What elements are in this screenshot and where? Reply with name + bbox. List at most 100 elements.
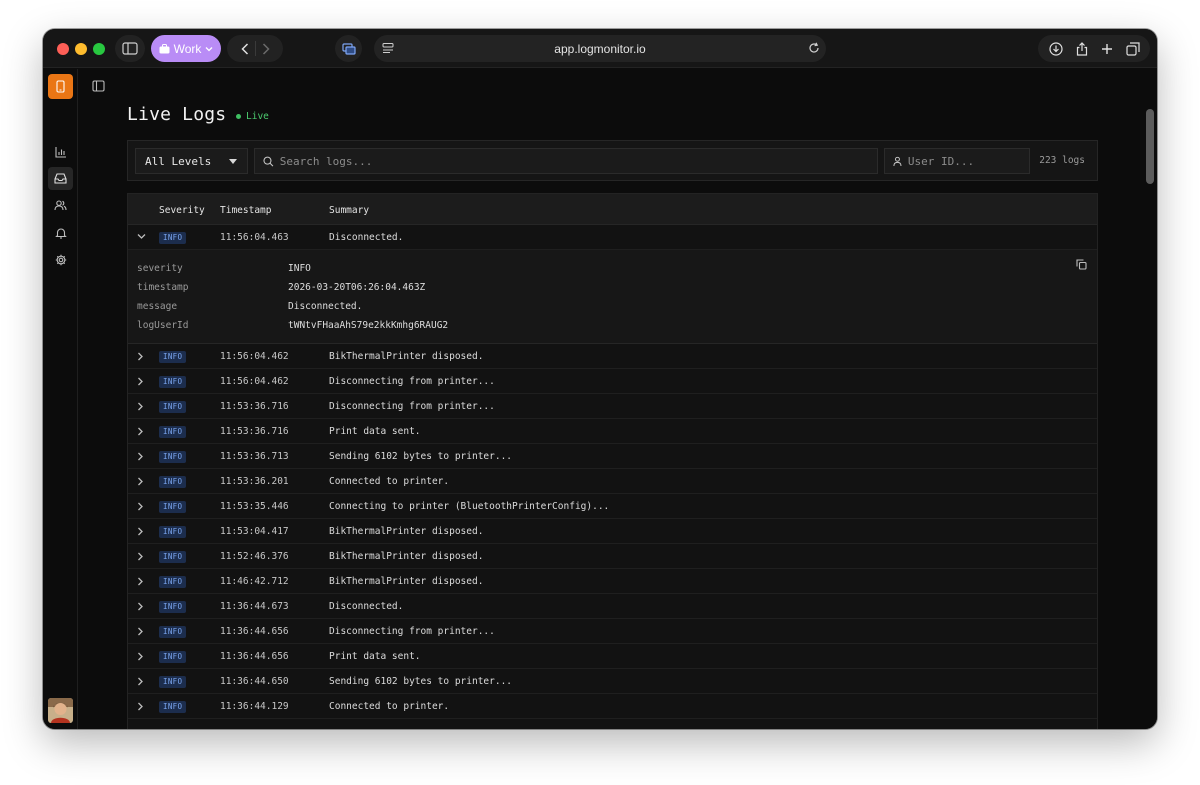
row-summary: Disconnected. (329, 601, 404, 612)
row-timestamp: 11:36:44.656 (220, 651, 289, 662)
row-summary: Sending 6102 bytes to printer... (329, 451, 513, 462)
user-avatar[interactable] (48, 698, 73, 723)
downloads-icon[interactable] (1048, 41, 1063, 56)
chevron-right-icon[interactable] (137, 652, 144, 661)
chevron-right-icon[interactable] (137, 702, 144, 711)
zoom-window-button[interactable] (93, 43, 105, 55)
url-text: app.logmonitor.io (554, 41, 646, 56)
main-content: Live Logs Live All Levels 223 logs Sever… (79, 69, 1157, 729)
live-label: Live (246, 111, 269, 122)
table-row[interactable]: INFO 11:36:44.656 Disconnecting from print… (128, 619, 1097, 644)
chevron-down-icon[interactable] (137, 233, 146, 240)
page-settings-icon[interactable] (382, 42, 394, 54)
severity-badge: INFO (159, 426, 187, 438)
row-summary: Connected to printer. (329, 701, 450, 712)
minimize-window-button[interactable] (75, 43, 87, 55)
log-detail-panel: severity INFO timestamp 2026-03-20T06:26… (128, 250, 1097, 344)
level-select[interactable]: All Levels (135, 148, 248, 174)
severity-badge: INFO (159, 232, 187, 244)
user-id-field[interactable] (884, 148, 1030, 174)
profile-button[interactable]: Work (151, 35, 221, 62)
chevron-right-icon[interactable] (137, 477, 144, 486)
tabs-overview-icon[interactable] (1125, 41, 1140, 56)
table-row[interactable]: INFO 11:53:36.201 Connected to printer. (128, 469, 1097, 494)
column-summary[interactable]: Summary (329, 205, 369, 216)
detail-value: Disconnected. (288, 301, 363, 312)
detail-key: message (137, 301, 178, 312)
table-row[interactable]: INFO 11:53:35.446 Connecting to printer (B… (128, 494, 1097, 519)
table-row[interactable]: INFO 11:46:42.712 BikThermalPrinter dispos… (128, 569, 1097, 594)
app-sidebar (43, 69, 78, 729)
app-logo[interactable] (48, 74, 73, 99)
forward-icon[interactable] (262, 42, 270, 55)
chevron-right-icon[interactable] (137, 377, 144, 386)
panel-toggle-icon[interactable] (92, 80, 105, 92)
navigation-buttons (227, 35, 283, 62)
column-severity[interactable]: Severity (159, 205, 205, 216)
sidebar-item-users[interactable] (48, 194, 73, 217)
severity-badge: INFO (159, 676, 187, 688)
table-row[interactable]: INFO 11:53:36.716 Disconnecting from print… (128, 394, 1097, 419)
table-row[interactable]: INFO 11:53:04.417 BikThermalPrinter dispos… (128, 519, 1097, 544)
severity-badge: INFO (159, 526, 187, 538)
phone-icon (56, 80, 65, 93)
reload-icon[interactable] (808, 42, 820, 54)
row-summary: Disconnecting from printer... (329, 626, 495, 637)
table-row-expanded[interactable]: INFO 11:56:04.463 Disconnected. (128, 225, 1097, 250)
tab-group-icon (341, 42, 356, 55)
tab-overview-button[interactable] (335, 35, 362, 62)
row-summary: Connecting to printer (BluetoothPrinterC… (329, 501, 610, 512)
chevron-right-icon[interactable] (137, 602, 144, 611)
browser-window: Work app.logmonitor.io Live Logs Live Al… (43, 29, 1157, 729)
analytics-icon (54, 146, 66, 158)
severity-badge: INFO (159, 551, 187, 563)
chevron-right-icon[interactable] (137, 577, 144, 586)
page-scrollbar[interactable] (1146, 109, 1154, 184)
search-field[interactable] (254, 148, 878, 174)
user-id-input[interactable] (907, 154, 1029, 168)
row-summary: Connected to printer. (329, 476, 450, 487)
chevron-right-icon[interactable] (137, 402, 144, 411)
chevron-right-icon[interactable] (137, 552, 144, 561)
share-icon[interactable] (1076, 41, 1088, 56)
search-input[interactable] (279, 154, 877, 168)
detail-key: severity (137, 263, 183, 274)
sidebar-item-analytics[interactable] (48, 140, 73, 163)
table-row[interactable]: INFO 11:36:44.129 Connected to printer. (128, 694, 1097, 719)
row-summary: Print data sent. (329, 426, 421, 437)
table-row[interactable]: INFO 11:36:44.650 Sending 6102 bytes to pr… (128, 669, 1097, 694)
row-timestamp: 11:36:44.129 (220, 701, 289, 712)
toolbar-actions (1038, 35, 1150, 62)
sidebar-item-logs[interactable] (48, 167, 73, 190)
sidebar-item-alerts[interactable] (48, 221, 73, 244)
table-row[interactable]: INFO 11:53:36.713 Sending 6102 bytes to pr… (128, 444, 1097, 469)
chevron-right-icon[interactable] (137, 352, 144, 361)
back-icon[interactable] (240, 42, 249, 55)
table-row[interactable]: INFO 11:36:44.656 Print data sent. (128, 644, 1097, 669)
browser-sidebar-button[interactable] (115, 35, 145, 62)
table-row[interactable]: INFO 11:56:04.462 BikThermalPrinter dispos… (128, 344, 1097, 369)
briefcase-icon (159, 43, 170, 53)
table-row[interactable]: INFO 11:36:44.673 Disconnected. (128, 594, 1097, 619)
chevron-right-icon[interactable] (137, 427, 144, 436)
row-timestamp: 11:56:04.463 (220, 232, 289, 243)
new-tab-icon[interactable] (1101, 43, 1113, 55)
row-timestamp: 11:52:46.376 (220, 551, 289, 562)
copy-icon[interactable] (1076, 259, 1087, 270)
bell-icon (54, 227, 67, 239)
chevron-right-icon[interactable] (137, 527, 144, 536)
table-row[interactable]: INFO 11:53:36.716 Print data sent. (128, 419, 1097, 444)
table-row[interactable]: INFO 11:52:46.376 BikThermalPrinter dispos… (128, 544, 1097, 569)
column-timestamp[interactable]: Timestamp (220, 205, 271, 216)
chevron-right-icon[interactable] (137, 627, 144, 636)
chevron-right-icon[interactable] (137, 677, 144, 686)
address-bar[interactable]: app.logmonitor.io (374, 35, 826, 62)
close-window-button[interactable] (57, 43, 69, 55)
log-count: 223 logs (1039, 155, 1085, 166)
chevron-down-icon (205, 46, 213, 51)
profile-label: Work (173, 41, 202, 56)
chevron-right-icon[interactable] (137, 502, 144, 511)
sidebar-item-settings[interactable] (48, 248, 73, 271)
chevron-right-icon[interactable] (137, 452, 144, 461)
table-row[interactable]: INFO 11:56:04.462 Disconnecting from print… (128, 369, 1097, 394)
